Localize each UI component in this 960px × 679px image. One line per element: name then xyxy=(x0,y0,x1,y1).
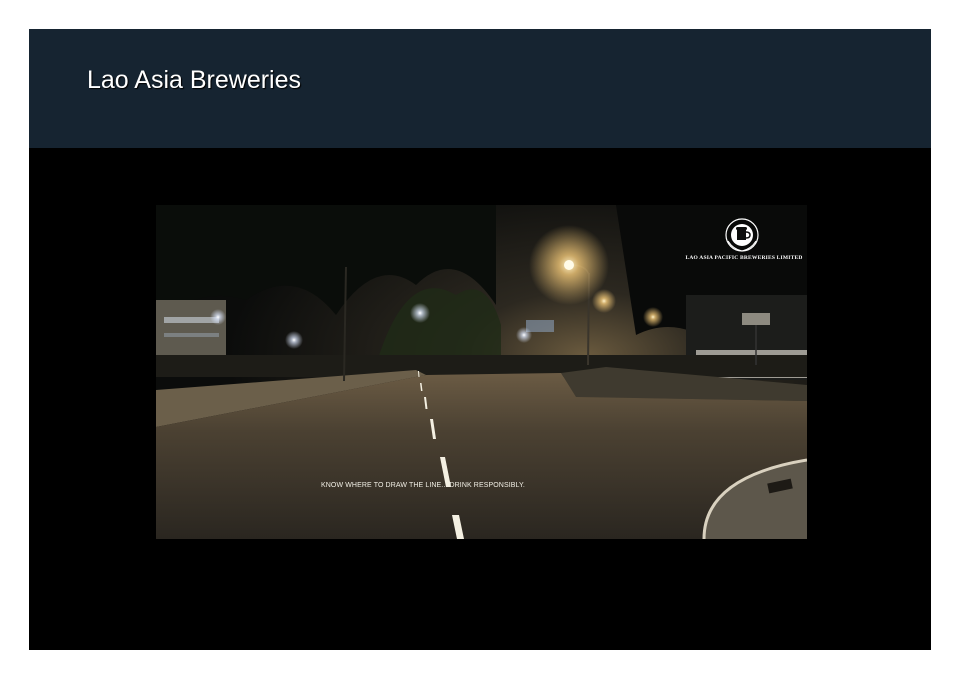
brewery-logo: LAO ASIA PACIFIC BREWERIES LIMITED xyxy=(684,217,804,261)
slide-header: Lao Asia Breweries xyxy=(29,29,931,148)
street-sign xyxy=(742,313,770,325)
logo-caption: LAO ASIA PACIFIC BREWERIES LIMITED xyxy=(685,255,803,261)
ad-slogan: KNOW WHERE TO DRAW THE LINE... DRINK RES… xyxy=(321,482,525,489)
slide-title: Lao Asia Breweries xyxy=(87,66,302,94)
building-left xyxy=(156,300,226,360)
ad-photo: LAO ASIA PACIFIC BREWERIES LIMITED KNOW … xyxy=(156,205,807,539)
presentation-slide: Lao Asia Breweries LAO ASIA PACIFIC BREW… xyxy=(29,29,931,650)
